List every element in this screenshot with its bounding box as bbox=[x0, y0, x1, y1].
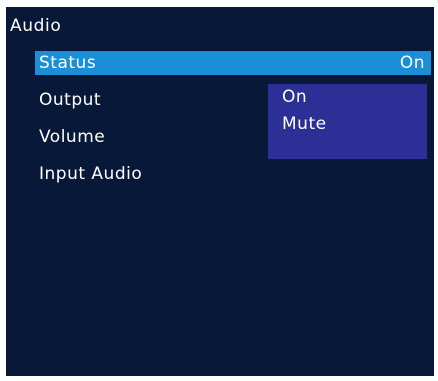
menu-item-label: Volume bbox=[39, 127, 106, 147]
menu-title: Audio bbox=[10, 16, 62, 36]
menu-item-label: Input Audio bbox=[39, 164, 143, 184]
osd-audio-menu: Audio Status On Output Volume Input Audi… bbox=[6, 7, 434, 376]
menu-item-input-audio[interactable]: Input Audio bbox=[35, 162, 431, 186]
menu-item-label: Status bbox=[39, 53, 97, 73]
status-value: On bbox=[399, 53, 425, 73]
menu-item-status[interactable]: Status On bbox=[35, 51, 431, 75]
dropdown-option-on[interactable]: On bbox=[282, 86, 307, 108]
menu-item-label: Output bbox=[39, 90, 102, 110]
status-dropdown: On Mute bbox=[268, 84, 427, 159]
dropdown-option-mute[interactable]: Mute bbox=[282, 113, 327, 135]
